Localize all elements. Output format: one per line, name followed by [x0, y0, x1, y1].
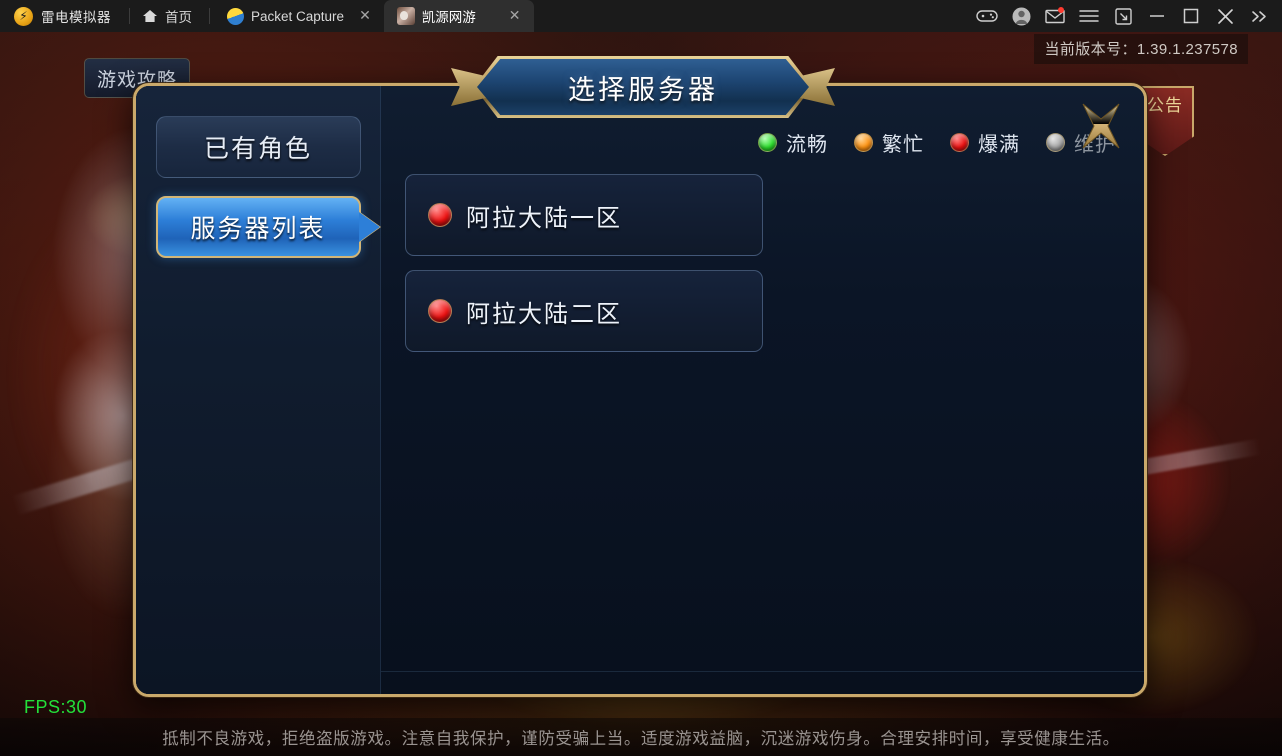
tab-game-kaiyuan[interactable]: 凯源网游 ✕ [383, 0, 534, 32]
fps-counter: FPS:30 [24, 697, 88, 717]
server-status-dot-icon [428, 299, 452, 323]
status-legend: 流畅 繁忙 爆满 维护 [758, 128, 1116, 157]
announcement-label: 公告 [1147, 96, 1183, 115]
legend-dot-green-icon [758, 133, 777, 152]
dialog-title-banner: 选择服务器 [451, 56, 835, 118]
titlebar-actions [970, 0, 1282, 32]
emulator-brand: ⚡ 雷电模拟器 [0, 0, 125, 32]
user-avatar-icon[interactable] [1004, 0, 1038, 32]
titlebar-divider [129, 8, 130, 24]
tab-existing-characters-label: 已有角色 [203, 135, 312, 163]
tab-existing-characters[interactable]: 已有角色 [155, 116, 361, 178]
emulator-brand-label: 雷电模拟器 [41, 10, 111, 25]
legend-item-full: 爆满 [950, 128, 1020, 157]
close-icon[interactable] [1208, 0, 1242, 32]
select-server-dialog: 已有角色 服务器列表 流畅 繁忙 爆满 维护 阿拉大陆一区 阿拉大陆二区 选择服… [133, 56, 1147, 697]
legend-label-smooth: 流畅 [786, 134, 828, 156]
legend-item-busy: 繁忙 [854, 128, 924, 157]
server-name: 阿拉大陆一区 [466, 204, 622, 232]
tab-game-kaiyuan-close-icon[interactable]: ✕ [509, 9, 521, 23]
legend-label-full: 爆满 [978, 134, 1020, 156]
maximize-icon[interactable] [1174, 0, 1208, 32]
titlebar-divider-2 [209, 8, 210, 24]
legend-dot-red-icon [950, 133, 969, 152]
emulator-titlebar: ⚡ 雷电模拟器 首页 Packet Capture ✕ 凯源网游 ✕ [0, 0, 1282, 32]
server-name: 阿拉大陆二区 [466, 300, 622, 328]
tab-game-kaiyuan-label: 凯源网游 [421, 10, 476, 25]
tab-home[interactable]: 首页 [134, 0, 205, 32]
hamburger-menu-icon[interactable] [1072, 0, 1106, 32]
app-root: 当前版本号：1.39.1.237578 游戏攻略 公告 已有角色 服务器列表 流… [0, 0, 1282, 756]
tab-active-arrow-icon [358, 212, 380, 242]
resize-icon[interactable] [1106, 0, 1140, 32]
server-status-dot-icon [428, 203, 452, 227]
tab-packet-capture-close-icon[interactable]: ✕ [359, 9, 371, 23]
dialog-content: 流畅 繁忙 爆满 维护 阿拉大陆一区 阿拉大陆二区 [381, 86, 1144, 694]
titlebar-spacer [534, 0, 970, 32]
content-bottom-divider [381, 671, 1144, 672]
legend-item-smooth: 流畅 [758, 128, 828, 157]
legend-label-busy: 繁忙 [882, 134, 924, 156]
disclaimer-text: 抵制不良游戏，拒绝盗版游戏。注意自我保护，谨防受骗上当。适度游戏益脑，沉迷游戏伤… [0, 718, 1282, 756]
server-card[interactable]: 阿拉大陆二区 [405, 270, 763, 352]
dialog-close-button[interactable] [1072, 98, 1130, 154]
dialog-sidebar: 已有角色 服务器列表 [136, 86, 381, 694]
legend-dot-gray-icon [1046, 133, 1065, 152]
packet-capture-icon [227, 7, 244, 25]
server-card[interactable]: 阿拉大陆一区 [405, 174, 763, 256]
mail-badge-dot-icon [1058, 7, 1064, 13]
dialog-inner: 已有角色 服务器列表 流畅 繁忙 爆满 维护 阿拉大陆一区 阿拉大陆二区 [136, 86, 1144, 694]
gamepad-icon[interactable] [970, 0, 1004, 32]
minimize-icon[interactable] [1140, 0, 1174, 32]
leidian-logo-icon: ⚡ [14, 6, 33, 26]
tab-home-label: 首页 [165, 10, 192, 25]
close-x-icon [1082, 103, 1120, 149]
server-list: 阿拉大陆一区 阿拉大陆二区 [405, 174, 1120, 676]
tab-server-list[interactable]: 服务器列表 [155, 196, 380, 258]
expand-right-icon[interactable] [1242, 0, 1276, 32]
home-icon [142, 8, 158, 24]
dialog-title: 选择服务器 [568, 74, 718, 105]
mail-icon[interactable] [1038, 0, 1072, 32]
tab-packet-capture-label: Packet Capture [251, 8, 345, 24]
version-badge: 当前版本号：1.39.1.237578 [1034, 34, 1248, 64]
game-app-icon [396, 7, 415, 25]
tab-packet-capture[interactable]: Packet Capture ✕ [214, 0, 384, 32]
legend-dot-orange-icon [854, 133, 873, 152]
tab-server-list-label: 服务器列表 [190, 215, 326, 243]
